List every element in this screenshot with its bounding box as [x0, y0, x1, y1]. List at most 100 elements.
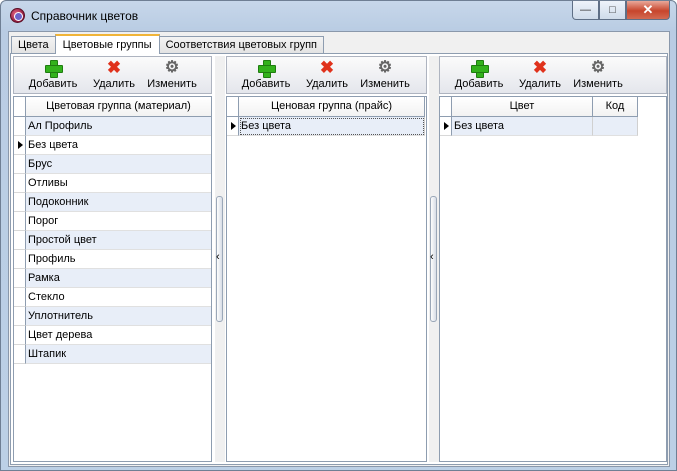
row-indicator[interactable]	[14, 212, 26, 231]
row-indicator[interactable]	[14, 326, 26, 345]
price-grid: Ценовая группа (прайс) Без цвета	[226, 96, 427, 462]
tab-group-mapping[interactable]: Соответствия цветовых групп	[158, 36, 324, 54]
row-indicator[interactable]	[14, 231, 26, 250]
cross-icon: ✖	[319, 58, 335, 77]
row-indicator[interactable]	[227, 117, 239, 136]
price-rows: Без цвета	[227, 117, 425, 136]
splitter-left[interactable]: ‹	[215, 56, 225, 462]
close-button[interactable]: ✕	[626, 1, 670, 20]
table-cell[interactable]: Стекло	[26, 288, 211, 307]
row-indicator[interactable]	[14, 193, 26, 212]
table-cell[interactable]: Отливы	[26, 174, 211, 193]
edit-label: Изменить	[147, 78, 197, 90]
table-cell[interactable]: Порог	[26, 212, 211, 231]
color-rows: Без цвета	[440, 117, 638, 136]
table-row[interactable]: Без цвета	[14, 136, 211, 155]
table-row[interactable]: Порог	[14, 212, 211, 231]
edit-button[interactable]: ⚙ Изменить	[570, 59, 626, 93]
table-cell[interactable]: Уплотнитель	[26, 307, 211, 326]
row-indicator[interactable]	[14, 117, 26, 136]
minimize-button[interactable]: —	[572, 1, 599, 20]
color-toolbar: Добавить ✖ Удалить ⚙ Изменить	[439, 56, 667, 94]
table-cell[interactable]: Подоконник	[26, 193, 211, 212]
delete-button[interactable]: ✖ Удалить	[303, 59, 351, 93]
table-row[interactable]: Рамка	[14, 269, 211, 288]
table-row[interactable]: Простой цвет	[14, 231, 211, 250]
color-panel: Добавить ✖ Удалить ⚙ Изменить Цвет Код Б…	[439, 56, 667, 462]
splitter-right[interactable]: ‹	[429, 56, 439, 462]
table-cell[interactable]: Профиль	[26, 250, 211, 269]
delete-button[interactable]: ✖ Удалить	[516, 59, 564, 93]
table-row[interactable]: Без цвета	[227, 117, 425, 136]
gear-icon: ⚙	[377, 59, 393, 76]
color-grid: Цвет Код Без цвета	[439, 96, 667, 462]
cross-icon: ✖	[532, 58, 548, 77]
table-cell[interactable]: Без цвета	[26, 136, 211, 155]
row-indicator[interactable]	[14, 136, 26, 155]
row-indicator[interactable]	[14, 250, 26, 269]
table-cell[interactable]	[593, 117, 638, 136]
column-header-price[interactable]: Ценовая группа (прайс)	[239, 97, 425, 117]
edit-button[interactable]: ⚙ Изменить	[357, 59, 413, 93]
row-indicator[interactable]	[14, 269, 26, 288]
row-indicator[interactable]	[14, 174, 26, 193]
table-row[interactable]: Подоконник	[14, 193, 211, 212]
add-button[interactable]: Добавить	[26, 59, 80, 93]
table-row[interactable]: Уплотнитель	[14, 307, 211, 326]
window-controls: — □ ✕	[572, 1, 670, 21]
delete-button[interactable]: ✖ Удалить	[90, 59, 138, 93]
price-group-panel: Добавить ✖ Удалить ⚙ Изменить Ценовая гр…	[226, 56, 427, 462]
table-row[interactable]: Стекло	[14, 288, 211, 307]
edit-button[interactable]: ⚙ Изменить	[144, 59, 200, 93]
grid-header: Цветовая группа (материал)	[14, 97, 211, 117]
add-label: Добавить	[241, 78, 291, 90]
row-indicator[interactable]	[440, 117, 452, 136]
table-row[interactable]: Ал Профиль	[14, 117, 211, 136]
gear-icon: ⚙	[164, 59, 180, 76]
table-cell[interactable]: Рамка	[26, 269, 211, 288]
grid-header: Ценовая группа (прайс)	[227, 97, 425, 117]
edit-label: Изменить	[360, 78, 410, 90]
table-cell[interactable]: Ал Профиль	[26, 117, 211, 136]
table-cell[interactable]: Простой цвет	[26, 231, 211, 250]
plus-icon	[44, 59, 63, 78]
tab-colors[interactable]: Цвета	[11, 36, 56, 54]
row-indicator-header	[14, 97, 26, 117]
delete-label: Удалить	[519, 78, 561, 90]
row-indicator[interactable]	[14, 345, 26, 364]
add-label: Добавить	[28, 78, 78, 90]
close-icon: ✕	[642, 2, 654, 17]
row-indicator[interactable]	[14, 288, 26, 307]
price-toolbar: Добавить ✖ Удалить ⚙ Изменить	[226, 56, 427, 94]
app-window: Справочник цветов — □ ✕ Цвета Цветовые г…	[0, 0, 677, 471]
material-toolbar: Добавить ✖ Удалить ⚙ Изменить	[13, 56, 212, 94]
tab-color-groups[interactable]: Цветовые группы	[54, 34, 160, 54]
table-row[interactable]: Без цвета	[440, 117, 638, 136]
column-header-material[interactable]: Цветовая группа (материал)	[26, 97, 211, 117]
app-icon	[10, 8, 25, 23]
cross-icon: ✖	[106, 58, 122, 77]
chevron-left-icon[interactable]: ‹	[430, 251, 434, 263]
row-indicator[interactable]	[14, 155, 26, 174]
table-cell[interactable]: Без цвета	[452, 117, 593, 136]
add-button[interactable]: Добавить	[239, 59, 293, 93]
table-row[interactable]: Брус	[14, 155, 211, 174]
edit-label: Изменить	[573, 78, 623, 90]
grid-header: Цвет Код	[440, 97, 638, 117]
table-row[interactable]: Штапик	[14, 345, 211, 364]
table-row[interactable]: Цвет дерева	[14, 326, 211, 345]
maximize-button[interactable]: □	[599, 1, 626, 20]
table-cell[interactable]: Брус	[26, 155, 211, 174]
title-bar[interactable]: Справочник цветов — □ ✕	[1, 1, 676, 31]
table-cell[interactable]: Без цвета	[239, 117, 425, 136]
table-row[interactable]: Отливы	[14, 174, 211, 193]
row-indicator-header	[440, 97, 452, 117]
column-header-code[interactable]: Код	[593, 97, 638, 117]
add-button[interactable]: Добавить	[452, 59, 506, 93]
row-indicator[interactable]	[14, 307, 26, 326]
table-row[interactable]: Профиль	[14, 250, 211, 269]
column-header-color[interactable]: Цвет	[452, 97, 593, 117]
table-cell[interactable]: Цвет дерева	[26, 326, 211, 345]
chevron-left-icon[interactable]: ‹	[216, 251, 220, 263]
table-cell[interactable]: Штапик	[26, 345, 211, 364]
